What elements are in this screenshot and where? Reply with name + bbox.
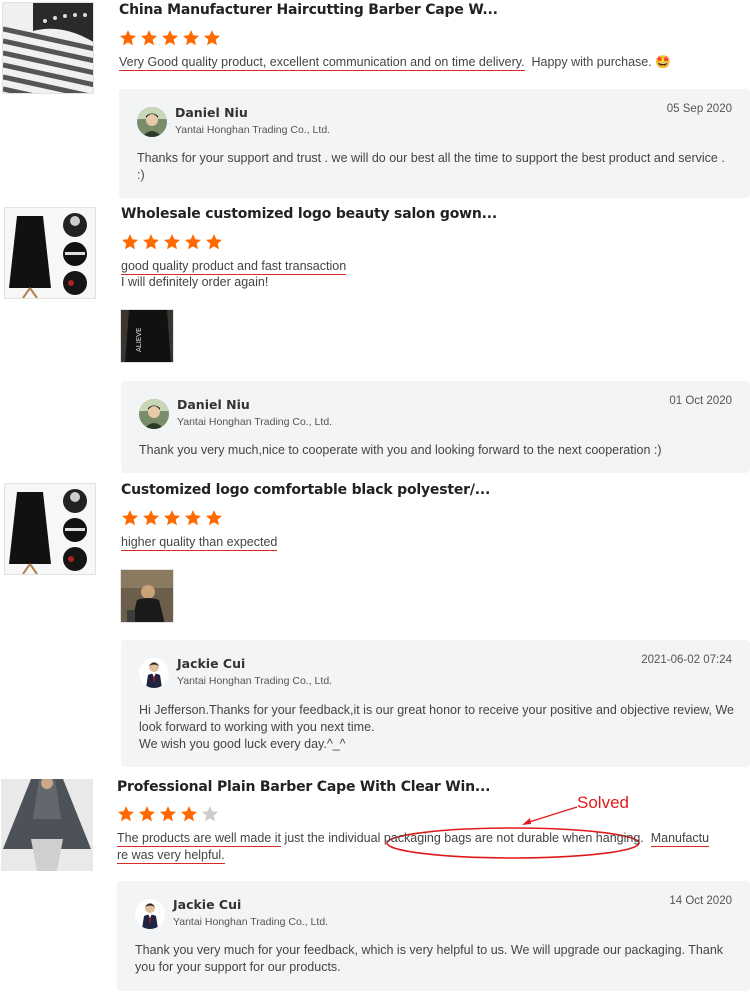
star-filled-icon [140, 29, 158, 47]
star-filled-icon [205, 509, 223, 527]
star-filled-icon [184, 233, 202, 251]
star-filled-icon [182, 29, 200, 47]
review-item: Professional Plain Barber Cape With Clea… [0, 777, 750, 995]
reply-text: Thank you very much for your feedback, w… [135, 942, 736, 976]
product-title[interactable]: Professional Plain Barber Cape With Clea… [117, 779, 490, 795]
review-item: Wholesale customized logo beauty salon g… [0, 205, 750, 477]
replier-name: Daniel Niu [177, 397, 250, 412]
review-text-rest: Happy with purchase. [531, 55, 652, 69]
reply-line: Hi Jefferson.Thanks for your feedback,it… [139, 703, 734, 717]
review-text-circled: packaging bags are not durable when hang… [383, 831, 644, 845]
reply-line: Thank you very much,nice to cooperate wi… [139, 443, 662, 457]
star-empty-icon [201, 805, 219, 823]
replier-company: Yantai Honghan Trading Co., Ltd. [177, 416, 333, 428]
product-thumbnail[interactable] [4, 207, 96, 299]
product-title[interactable]: Customized logo comfortable black polyes… [121, 482, 490, 498]
star-filled-icon [119, 29, 137, 47]
polyester-cape-image [5, 484, 95, 574]
star-filled-icon [205, 233, 223, 251]
review-photo-image [121, 570, 173, 622]
svg-text:ALIEVE: ALIEVE [135, 328, 143, 352]
star-filled-icon [163, 509, 181, 527]
reply-date: 01 Oct 2020 [669, 395, 732, 407]
rating-stars [117, 805, 219, 823]
star-filled-icon [163, 233, 181, 251]
reply-line: :) [137, 168, 145, 182]
replier-company: Yantai Honghan Trading Co., Ltd. [173, 916, 329, 928]
reply-date: 14 Oct 2020 [669, 895, 732, 907]
product-thumbnail[interactable] [1, 779, 93, 871]
product-thumbnail[interactable] [4, 483, 96, 575]
product-thumbnail[interactable] [2, 2, 94, 94]
review-text: higher quality than expected [121, 534, 278, 551]
rating-stars [121, 509, 223, 527]
star-filled-icon [161, 29, 179, 47]
review-photo[interactable]: ALIEVE [120, 309, 174, 363]
product-title[interactable]: Wholesale customized logo beauty salon g… [121, 206, 497, 222]
review-text-underlined: good quality product and fast transactio… [121, 259, 347, 275]
review-photo-image: ALIEVE [121, 310, 173, 362]
review-item: Customized logo comfortable black polyes… [0, 481, 750, 771]
review-text-underlined: Manufactu [650, 831, 710, 847]
star-filled-icon [121, 509, 139, 527]
replier-company: Yantai Honghan Trading Co., Ltd. [175, 124, 331, 136]
product-title[interactable]: China Manufacturer Haircutting Barber Ca… [119, 2, 498, 18]
star-filled-icon [138, 805, 156, 823]
reply-line: Thank you very much for your feedback, w… [135, 943, 724, 957]
reply-text: Hi Jefferson.Thanks for your feedback,it… [139, 702, 736, 753]
review-text-underlined: higher quality than expected [121, 535, 278, 551]
star-filled-icon [117, 805, 135, 823]
replier-name: Daniel Niu [175, 105, 248, 120]
star-filled-icon [159, 805, 177, 823]
review-photo[interactable] [120, 569, 174, 623]
review-text: good quality product and fast transactio… [121, 258, 347, 290]
reply-text: Thank you very much,nice to cooperate wi… [139, 442, 736, 459]
star-filled-icon [121, 233, 139, 251]
review-text-plain: just the individual [284, 831, 381, 845]
reply-text: Thanks for your support and trust . we w… [137, 150, 736, 184]
plain-barber-cape-image [1, 779, 93, 871]
reply-line: We wish you good luck every day.^_^ [139, 737, 346, 751]
star-filled-icon [142, 509, 160, 527]
review-text-underlined: Very Good quality product, excellent com… [119, 55, 525, 71]
seller-reply: Daniel Niu Yantai Honghan Trading Co., L… [119, 89, 750, 198]
barber-cape-image [3, 3, 93, 93]
avatar [135, 899, 165, 929]
review-text-underlined: re was very helpful. [117, 848, 225, 864]
replier-name: Jackie Cui [177, 656, 246, 671]
rating-stars [121, 233, 223, 251]
star-struck-emoji-icon: 🤩 [655, 55, 671, 69]
replier-name: Jackie Cui [173, 897, 242, 912]
star-filled-icon [180, 805, 198, 823]
star-filled-icon [203, 29, 221, 47]
review-text-line: I will definitely order again! [121, 275, 269, 289]
reply-line: you for your support for our products. [135, 960, 341, 974]
review-item: China Manufacturer Haircutting Barber Ca… [0, 0, 750, 200]
avatar [137, 107, 167, 137]
seller-reply: Jackie Cui Yantai Honghan Trading Co., L… [121, 640, 750, 767]
seller-reply: Daniel Niu Yantai Honghan Trading Co., L… [121, 381, 750, 473]
reply-date: 2021-06-02 07:24 [641, 654, 732, 666]
reply-line: Thanks for your support and trust . we w… [137, 151, 725, 165]
rating-stars [119, 29, 221, 47]
seller-reply: Jackie Cui Yantai Honghan Trading Co., L… [117, 881, 750, 991]
reply-line: look forward to working with you next ti… [139, 720, 375, 734]
review-text-underlined: The products are well made it [117, 831, 281, 847]
star-filled-icon [142, 233, 160, 251]
review-text: Very Good quality product, excellent com… [119, 54, 671, 71]
salon-gown-image [5, 208, 95, 298]
avatar [139, 658, 169, 688]
star-filled-icon [184, 509, 202, 527]
reply-date: 05 Sep 2020 [666, 103, 732, 115]
avatar [139, 399, 169, 429]
annotation-label: Solved [577, 793, 629, 812]
review-text: The products are well made it just the i… [117, 830, 710, 864]
replier-company: Yantai Honghan Trading Co., Ltd. [177, 675, 333, 687]
